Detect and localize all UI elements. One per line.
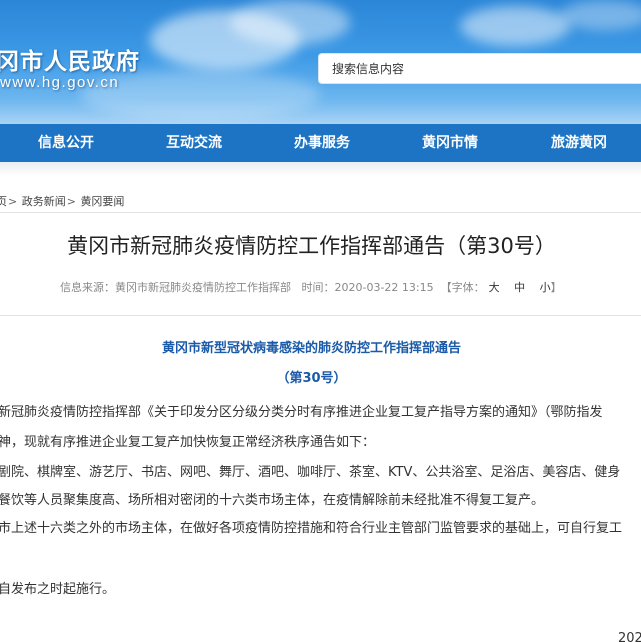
nav-item-interaction[interactable]: 互动交流: [166, 124, 222, 162]
site-title[interactable]: 冈市人民政府: [0, 42, 140, 76]
nav-item-city-info[interactable]: 黄冈市情: [422, 124, 478, 162]
cloud-decoration: [230, 0, 350, 45]
nav-item-services[interactable]: 办事服务: [294, 124, 350, 162]
article-paragraph: 新冠肺炎疫情防控指挥部《关于印发分区分级分类分时有序推进企业复工复产指导方案的通…: [0, 405, 603, 420]
article-paragraph: 剧院、棋牌室、游艺厅、书店、网吧、舞厅、酒吧、咖啡厅、茶室、KTV、公共浴室、足…: [0, 465, 621, 480]
breadcrumb-divider: [0, 212, 641, 213]
meta-source-label: 信息来源：: [60, 281, 115, 294]
notice-number: （第30号）: [276, 371, 347, 386]
meta-time: 2020-03-22 13:15: [334, 281, 434, 294]
meta-time-label: 时间：: [301, 281, 335, 294]
article-paragraph: 自发布之时起施行。: [0, 582, 116, 597]
breadcrumb-item-gov-news[interactable]: 政务新闻: [22, 195, 66, 208]
notice-title: 黄冈市新型冠状病毒感染的肺炎防控工作指挥部通告: [161, 341, 461, 356]
nav-item-tourism[interactable]: 旅游黄冈: [551, 124, 607, 162]
article-date: 202: [618, 631, 641, 642]
breadcrumb-item-hg-news[interactable]: 黄冈要闻: [80, 195, 124, 208]
article-title: 黄冈市新冠肺炎疫情防控工作指挥部通告（第30号）: [67, 234, 556, 258]
cloud-decoration: [460, 6, 570, 46]
article-meta: 信息来源：黄冈市新冠肺炎疫情防控工作指挥部 时间：2020-03-22 13:1…: [60, 279, 562, 295]
main-nav: 信息公开 互动交流 办事服务 黄冈市情 旅游黄冈: [0, 124, 641, 162]
meta-source: 黄冈市新冠肺炎疫情防控工作指挥部: [115, 281, 291, 294]
font-size-medium[interactable]: 中: [514, 281, 525, 294]
breadcrumb: 页> 政务新闻> 黄冈要闻: [0, 193, 124, 209]
font-size-small[interactable]: 小: [540, 281, 551, 294]
article-paragraph: 餐饮等人员聚集度高、场所相对密闭的十六类市场主体，在疫情解除前未经批准不得复工复…: [0, 493, 545, 508]
article-paragraph: 市上述十六类之外的市场主体，在做好各项疫情防控措施和符合行业主管部门监管要求的基…: [0, 521, 623, 536]
font-size-large[interactable]: 大: [489, 281, 500, 294]
header-banner: 冈市人民政府 www.hg.gov.cn: [0, 0, 641, 124]
breadcrumb-separator: >: [66, 195, 76, 208]
article-meta-divider: [0, 315, 641, 316]
cloud-decoration: [560, 0, 641, 30]
breadcrumb-home[interactable]: 页: [0, 195, 7, 208]
meta-font-label: 【字体：: [440, 281, 485, 294]
nav-shadow: [0, 162, 641, 176]
breadcrumb-separator: >: [8, 195, 18, 208]
site-url: www.hg.gov.cn: [0, 74, 120, 91]
article-paragraph: 神，现就有序推进企业复工复产加快恢复正常经济秩序通告如下：: [0, 435, 376, 450]
search-input[interactable]: [319, 54, 641, 83]
nav-item-info-public[interactable]: 信息公开: [38, 124, 94, 162]
search-box[interactable]: [318, 53, 641, 84]
meta-font-end: 】: [550, 281, 562, 294]
